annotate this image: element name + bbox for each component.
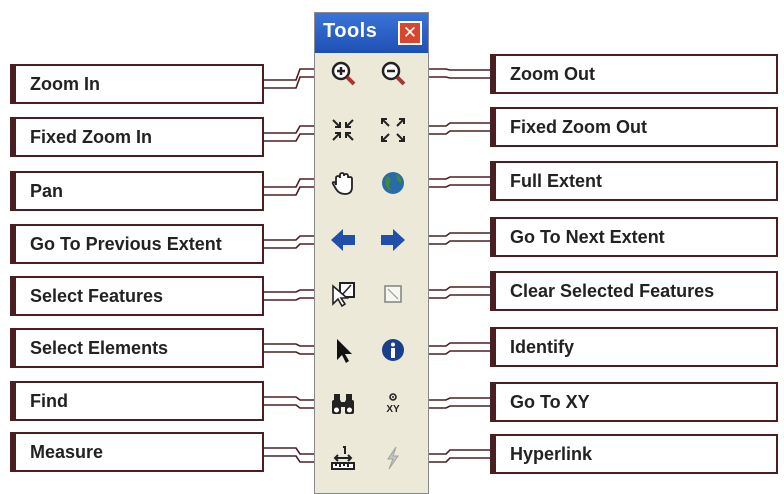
connector-right-6-a (422, 342, 490, 347)
toolbar-title-bar: Tools ✕ (315, 13, 428, 53)
measure-icon[interactable] (328, 443, 358, 473)
fixed-zoom-in-icon[interactable] (328, 115, 358, 145)
close-icon[interactable]: ✕ (398, 21, 422, 45)
clear-selection-icon[interactable] (378, 279, 408, 309)
label-zoom-in-text: Zoom In (30, 73, 100, 94)
label-clear-selected-features-text: Clear Selected Features (510, 280, 715, 301)
pan-hand-icon[interactable] (328, 168, 358, 198)
connector-right-8-a (422, 449, 490, 455)
label-find-text: Find (30, 390, 68, 411)
forward-arrow-icon[interactable] (378, 225, 408, 255)
label-fixed-zoom-in: Fixed Zoom In (10, 117, 264, 157)
label-identify-text: Identify (510, 336, 575, 357)
connector-right-2-b (422, 130, 490, 135)
select-features-icon[interactable] (328, 279, 358, 309)
connector-right-8-b (422, 457, 490, 463)
connector-right-5-a (422, 286, 490, 291)
label-measure: Measure (10, 432, 264, 472)
fixed-zoom-out-icon[interactable] (378, 115, 408, 145)
hyperlink-icon[interactable] (378, 443, 408, 473)
label-find: Find (10, 381, 264, 421)
connector-right-7-b (422, 405, 490, 409)
zoom-in-icon[interactable] (328, 58, 358, 88)
label-go-to-next-extent: Go To Next Extent (490, 217, 778, 257)
label-select-elements: Select Elements (10, 328, 264, 368)
binoculars-icon[interactable] (328, 389, 358, 419)
diagram: Tools ✕ XY Zoom In Fixed Zoom In Pan Go … (0, 0, 784, 494)
label-go-to-xy: Go To XY (490, 382, 778, 422)
label-zoom-out: Zoom Out (490, 54, 778, 94)
label-pan: Pan (10, 171, 264, 211)
connector-right-5-b (422, 294, 490, 299)
label-go-to-next-extent-text: Go To Next Extent (510, 226, 665, 247)
select-pointer-icon[interactable] (328, 335, 358, 365)
connector-right-4-a (422, 232, 490, 237)
label-fixed-zoom-in-text: Fixed Zoom In (30, 126, 153, 147)
label-select-features: Select Features (10, 276, 264, 316)
label-full-extent: Full Extent (490, 161, 778, 201)
connector-right-3-b (422, 184, 490, 188)
info-icon[interactable] (378, 335, 408, 365)
label-full-extent-text: Full Extent (510, 170, 603, 191)
label-hyperlink-text: Hyperlink (510, 443, 593, 464)
label-identify: Identify (490, 327, 778, 367)
connector-right-7-a (422, 397, 490, 401)
label-zoom-out-text: Zoom Out (510, 63, 595, 84)
label-pan-text: Pan (30, 180, 64, 201)
go-to-xy-text: XY (386, 404, 400, 415)
label-clear-selected-features: Clear Selected Features (490, 271, 778, 311)
label-go-to-previous-extent-text: Go To Previous Extent (30, 233, 222, 254)
connector-right-2-a (422, 122, 490, 127)
label-measure-text: Measure (30, 441, 104, 462)
zoom-out-icon[interactable] (378, 58, 408, 88)
label-hyperlink: Hyperlink (490, 434, 778, 474)
connector-right-6-b (422, 350, 490, 355)
connector-right-1-a (422, 68, 490, 71)
label-select-elements-text: Select Elements (30, 337, 169, 358)
label-go-to-previous-extent: Go To Previous Extent (10, 224, 264, 264)
label-fixed-zoom-out-text: Fixed Zoom Out (510, 116, 647, 137)
connector-right-1-b (422, 76, 490, 79)
label-go-to-xy-text: Go To XY (510, 391, 590, 412)
globe-icon[interactable] (378, 168, 408, 198)
toolbar-title: Tools (323, 20, 378, 42)
label-select-features-text: Select Features (30, 285, 164, 306)
label-zoom-in: Zoom In (10, 64, 264, 104)
connector-right-3-a (422, 176, 490, 180)
back-arrow-icon[interactable] (328, 225, 358, 255)
connector-right-4-b (422, 240, 490, 245)
go-to-xy-icon[interactable]: XY (378, 389, 408, 419)
label-fixed-zoom-out: Fixed Zoom Out (490, 107, 778, 147)
